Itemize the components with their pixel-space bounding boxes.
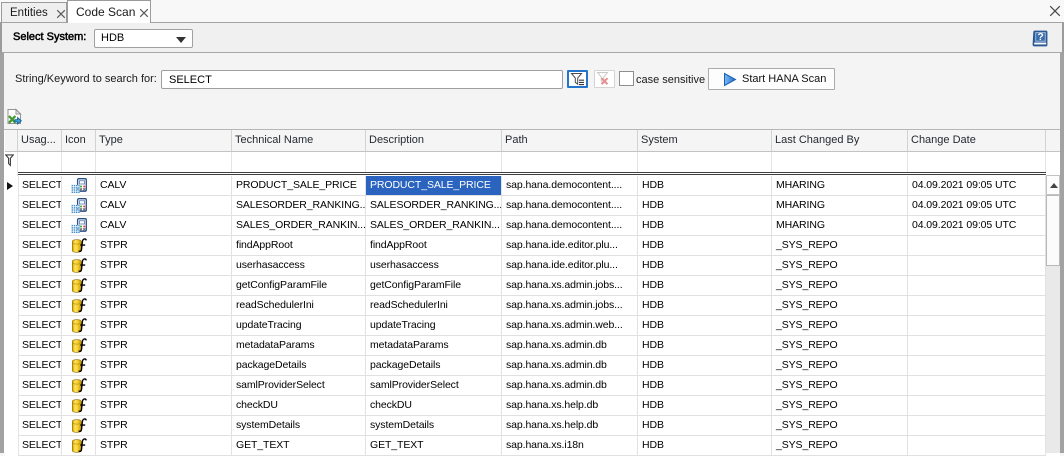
svg-text:?: ?: [1037, 31, 1043, 43]
